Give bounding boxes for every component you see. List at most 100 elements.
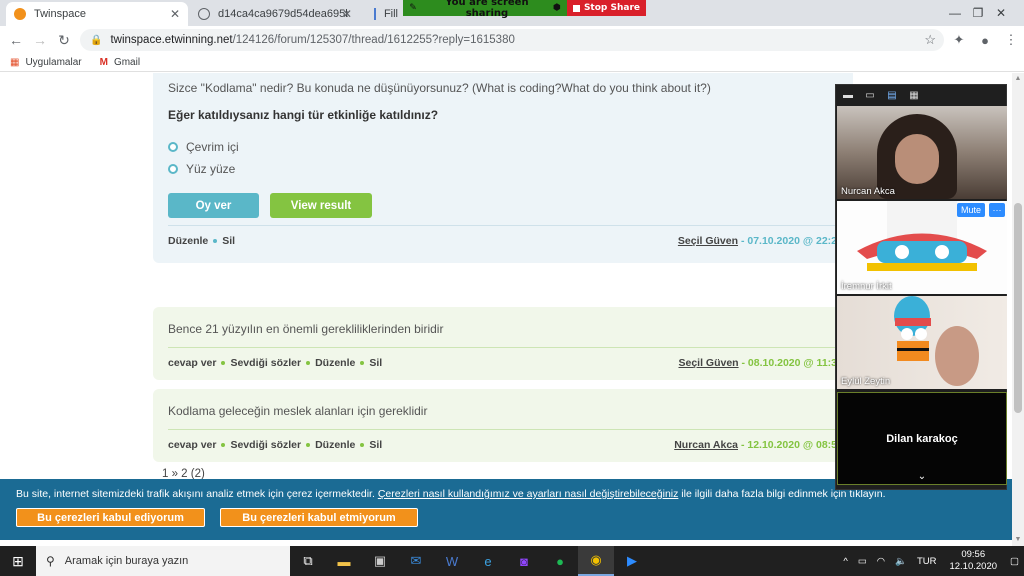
zoom-icon[interactable]: ▶ <box>614 546 650 576</box>
bookmark-star-icon[interactable]: ☆ <box>924 32 936 48</box>
author-link[interactable]: Seçil Güven <box>678 235 738 247</box>
windows-start-icon[interactable]: ⊞ <box>0 546 36 576</box>
single-view-icon[interactable]: ▭ <box>864 90 876 101</box>
apps-grid-icon: ▦ <box>10 57 20 68</box>
poll-question: Sizce "Kodlama" nedir? Bu konuda ne düşü… <box>168 81 711 95</box>
reply-link[interactable]: cevap ver <box>168 357 216 369</box>
poll-author: Seçil Güven - 07.10.2020 @ 22:2 <box>678 235 837 247</box>
video-tile[interactable]: Dilan karakoç ⌄ <box>837 392 1007 485</box>
video-tile[interactable]: Mute ··· İremnur İrkit <box>837 201 1007 294</box>
poll-sub-question: Eğer katıldıysanız hangi tür etkinliğe k… <box>168 108 439 122</box>
address-bar[interactable]: 🔒 twinspace.etwinning.net/124126/forum/1… <box>80 29 944 51</box>
scroll-up-icon[interactable]: ▲ <box>1012 73 1024 85</box>
volume-icon[interactable]: 🔈 <box>895 556 907 567</box>
reject-cookies-button[interactable]: Bu çerezleri kabul etmiyorum <box>220 508 418 527</box>
author-link[interactable]: Seçil Güven <box>678 357 738 369</box>
poll-card: Sizce "Kodlama" nedir? Bu konuda ne düşü… <box>153 73 853 263</box>
delete-link[interactable]: Sil <box>369 439 382 451</box>
clock[interactable]: 09:56 12.10.2020 <box>949 549 997 573</box>
spotify-icon[interactable]: ● <box>542 546 578 576</box>
store-icon[interactable]: ▣ <box>362 546 398 576</box>
lock-icon: 🔒 <box>90 34 103 46</box>
gmail-icon: M <box>99 57 108 68</box>
clock-date: 12.10.2020 <box>949 561 998 572</box>
reply-card: Bence 21 yüzyılın en önemli gereklilikle… <box>153 307 853 380</box>
forward-icon[interactable]: → <box>28 28 52 52</box>
mail-icon[interactable]: ✉ <box>398 546 434 576</box>
scroll-thumb[interactable] <box>1014 203 1022 413</box>
url-host: twinspace.etwinning.net <box>110 34 233 46</box>
language-indicator[interactable]: TUR <box>917 556 937 567</box>
poll-option-online[interactable]: Çevrim içi <box>168 140 239 154</box>
taskbar-search[interactable]: ⚲ Aramak için buraya yazın <box>36 546 290 576</box>
delete-link[interactable]: Sil <box>369 357 382 369</box>
profile-icon[interactable]: ● <box>972 33 998 48</box>
post-date: - 08.10.2020 @ 11:3 <box>741 356 837 369</box>
chevron-up-icon[interactable]: ^ <box>843 556 847 567</box>
screen-share-bar: ✎ You are screen sharing ⬢ Stop Share <box>403 0 646 19</box>
reload-icon[interactable]: ↻ <box>52 28 76 52</box>
twitch-icon[interactable]: ◙ <box>506 546 542 576</box>
close-icon[interactable]: ✕ <box>170 7 180 21</box>
cookie-link[interactable]: Çerezleri nasıl kullandığımız ve ayarlar… <box>378 488 679 500</box>
word-icon[interactable]: W <box>434 546 470 576</box>
edit-link[interactable]: Düzenle <box>168 235 208 247</box>
task-view-icon[interactable]: ⧉ <box>290 546 326 576</box>
tab-document[interactable]: d14ca4ca9679d54dea695b34b29 ✕ <box>190 2 360 26</box>
radio-icon[interactable] <box>168 142 178 152</box>
window-close-icon[interactable]: ✕ <box>978 0 1024 26</box>
author-link[interactable]: Nurcan Akca <box>674 439 738 451</box>
back-icon[interactable]: ← <box>4 28 28 52</box>
edit-link[interactable]: Düzenle <box>315 357 355 369</box>
stop-share-button[interactable]: Stop Share <box>566 0 646 16</box>
page-scrollbar[interactable]: ▲ ▼ <box>1012 73 1024 546</box>
participant-name: İremnur İrkit <box>841 281 892 292</box>
notifications-icon[interactable]: ▢ <box>1010 556 1019 567</box>
separator-dot <box>213 238 218 243</box>
bookmark-apps[interactable]: ▦ Uygulamalar <box>10 57 82 68</box>
video-tile[interactable]: Nurcan Akca <box>837 106 1007 199</box>
tab-title: Twinspace <box>34 8 86 20</box>
chrome-icon[interactable]: ◉ <box>578 546 614 576</box>
speaker-view-icon[interactable]: ▤ <box>886 90 898 101</box>
separator-dot <box>306 360 311 365</box>
gallery-view-icon[interactable]: ▦ <box>908 90 920 101</box>
view-result-button[interactable]: View result <box>270 193 372 218</box>
participant-name: Dilan karakoç <box>886 433 958 445</box>
search-placeholder: Aramak için buraya yazın <box>64 555 189 567</box>
accept-cookies-button[interactable]: Bu çerezleri kabul ediyorum <box>16 508 205 527</box>
vote-button[interactable]: Oy ver <box>168 193 259 218</box>
edge-icon[interactable]: e <box>470 546 506 576</box>
bookmark-gmail[interactable]: M Gmail <box>100 57 140 68</box>
edit-link[interactable]: Düzenle <box>315 439 355 451</box>
file-explorer-icon[interactable]: ▬ <box>326 546 362 576</box>
option-label: Yüz yüze <box>186 162 236 176</box>
tab-title: d14ca4ca9679d54dea695b34b29 <box>218 8 348 20</box>
separator-dot <box>306 442 311 447</box>
poll-option-face-to-face[interactable]: Yüz yüze <box>168 162 235 176</box>
like-link[interactable]: Sevdiği sözler <box>230 357 301 369</box>
search-icon: ⚲ <box>46 554 55 568</box>
menu-icon[interactable]: ⋮ <box>998 32 1024 48</box>
twinspace-favicon-icon <box>14 8 26 20</box>
radio-icon[interactable] <box>168 164 178 174</box>
close-icon[interactable]: ✕ <box>342 7 352 21</box>
mute-button[interactable]: Mute <box>956 203 985 217</box>
scroll-down-icon[interactable]: ▼ <box>1012 534 1024 546</box>
chevron-down-icon[interactable]: ⌄ <box>838 471 1006 482</box>
wifi-icon[interactable]: ◠ <box>877 556 885 567</box>
reply-link[interactable]: cevap ver <box>168 439 216 451</box>
extensions-icon[interactable]: ✦ <box>946 32 972 48</box>
network-icon[interactable]: ▭ <box>858 556 867 567</box>
minimize-icon[interactable]: ▬ <box>842 90 854 101</box>
like-link[interactable]: Sevdiği sözler <box>230 439 301 451</box>
reply-card: Kodlama geleceğin meslek alanları için g… <box>153 389 853 462</box>
more-options-button[interactable]: ··· <box>989 203 1005 217</box>
tab-fill[interactable]: Fill <box>366 2 406 26</box>
pin-icon[interactable]: ✎ <box>407 2 419 14</box>
video-tile[interactable]: Eylül Zeytin <box>837 296 1007 389</box>
zoom-video-panel: ▬ ▭ ▤ ▦ Nurcan Akca Mute ··· İremnur İrk… <box>835 84 1007 490</box>
delete-link[interactable]: Sil <box>222 235 235 247</box>
post-date: - 12.10.2020 @ 08:5 <box>740 438 837 451</box>
tab-twinspace[interactable]: Twinspace ✕ <box>6 2 188 26</box>
